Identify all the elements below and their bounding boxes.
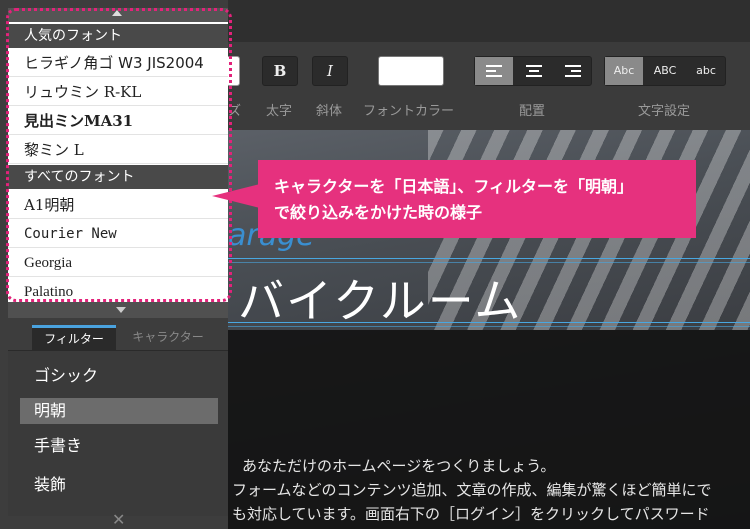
- chevron-down-icon: [116, 307, 126, 313]
- align-left-button[interactable]: [475, 57, 513, 85]
- callout-line-2: で絞り込みをかけた時の様子: [274, 203, 483, 222]
- align-right-button[interactable]: [554, 57, 592, 85]
- bold-button[interactable]: B: [262, 56, 298, 86]
- tab-character[interactable]: キャラクター: [122, 325, 214, 350]
- font-option[interactable]: 黎ミン L: [8, 136, 228, 164]
- size-label: ズ: [228, 104, 242, 119]
- case-upper-button[interactable]: ABC: [645, 57, 685, 85]
- annotation-callout: キャラクターを「日本語」、フィルターを「明朝」 で絞り込みをかけた時の様子: [258, 160, 696, 238]
- callout-pointer: [212, 184, 260, 208]
- chevron-up-icon: [112, 10, 122, 16]
- callout-line-1: キャラクターを「日本語」、フィルターを「明朝」: [274, 177, 634, 196]
- heading-rule-bottom: [228, 322, 750, 323]
- italic-button[interactable]: I: [312, 56, 348, 86]
- font-size-input[interactable]: [226, 56, 240, 86]
- dropdown-scroll-up[interactable]: [8, 8, 228, 22]
- filter-item-mincho[interactable]: 明朝: [20, 398, 218, 424]
- font-option[interactable]: Palatino: [8, 278, 228, 302]
- heading-rule-top: [228, 258, 750, 259]
- font-option[interactable]: Courier New: [8, 220, 228, 248]
- filter-list: ゴシック 明朝 手書き 装飾: [8, 350, 228, 516]
- case-capitalize-button[interactable]: Abc: [605, 57, 643, 85]
- filter-item-handwriting[interactable]: 手書き: [20, 433, 218, 459]
- font-option[interactable]: A1明朝: [8, 191, 228, 219]
- font-option[interactable]: 見出ミンMA31: [8, 107, 228, 135]
- filter-item-gothic[interactable]: ゴシック: [20, 363, 218, 389]
- align-center-icon: [525, 65, 542, 77]
- align-center-button[interactable]: [514, 57, 553, 85]
- font-color-swatch[interactable]: [378, 56, 444, 86]
- dropdown-scroll-down[interactable]: [8, 302, 228, 318]
- align-left-icon: [486, 65, 502, 77]
- font-tabs: フィルター キャラクター: [0, 325, 228, 350]
- case-lower-button[interactable]: abc: [687, 57, 725, 85]
- close-icon[interactable]: ✕: [112, 510, 125, 529]
- case-group: Abc ABC abc: [604, 56, 726, 86]
- font-option[interactable]: リュウミン R-KL: [8, 78, 228, 106]
- content-band: あなただけのホームページをつくりましょう。 フォームなどのコンテンツ追加、文章の…: [228, 330, 750, 529]
- preview-text-line[interactable]: あなただけのホームページをつくりましょう。: [242, 455, 555, 476]
- font-panel: 人気のフォント ヒラギノ角ゴ W3 JIS2004 リュウミン R-KL 見出ミ…: [0, 0, 232, 529]
- align-label: 配置: [519, 104, 546, 119]
- heading-rule-top-2: [228, 262, 750, 263]
- preview-text-line[interactable]: フォームなどのコンテンツ追加、文章の作成、編集が驚くほど簡単にで: [232, 479, 712, 500]
- font-option[interactable]: Georgia: [8, 249, 228, 277]
- heading-rule-bottom-2: [228, 326, 750, 327]
- filter-item-decorative[interactable]: 装飾: [20, 472, 218, 498]
- text-setting-label: 文字設定: [638, 104, 691, 119]
- preview-text-line[interactable]: も対応しています。画面右下の［ログイン］をクリックしてパスワード: [232, 503, 710, 524]
- text-toolbar: B I Abc ABC abc ズ 太字 斜体 フォントカラー 配置 文字設定: [226, 42, 750, 130]
- font-color-label: フォントカラー: [363, 104, 455, 119]
- font-option[interactable]: ヒラギノ角ゴ W3 JIS2004: [8, 49, 228, 77]
- italic-label: 斜体: [316, 104, 343, 119]
- font-dropdown[interactable]: 人気のフォント ヒラギノ角ゴ W3 JIS2004 リュウミン R-KL 見出ミ…: [8, 8, 228, 302]
- bold-label: 太字: [266, 104, 293, 119]
- align-group: [474, 56, 592, 86]
- tab-filter[interactable]: フィルター: [32, 325, 116, 350]
- popular-fonts-header: 人気のフォント: [8, 24, 228, 48]
- align-right-icon: [565, 65, 581, 77]
- all-fonts-header: すべてのフォント: [8, 165, 228, 189]
